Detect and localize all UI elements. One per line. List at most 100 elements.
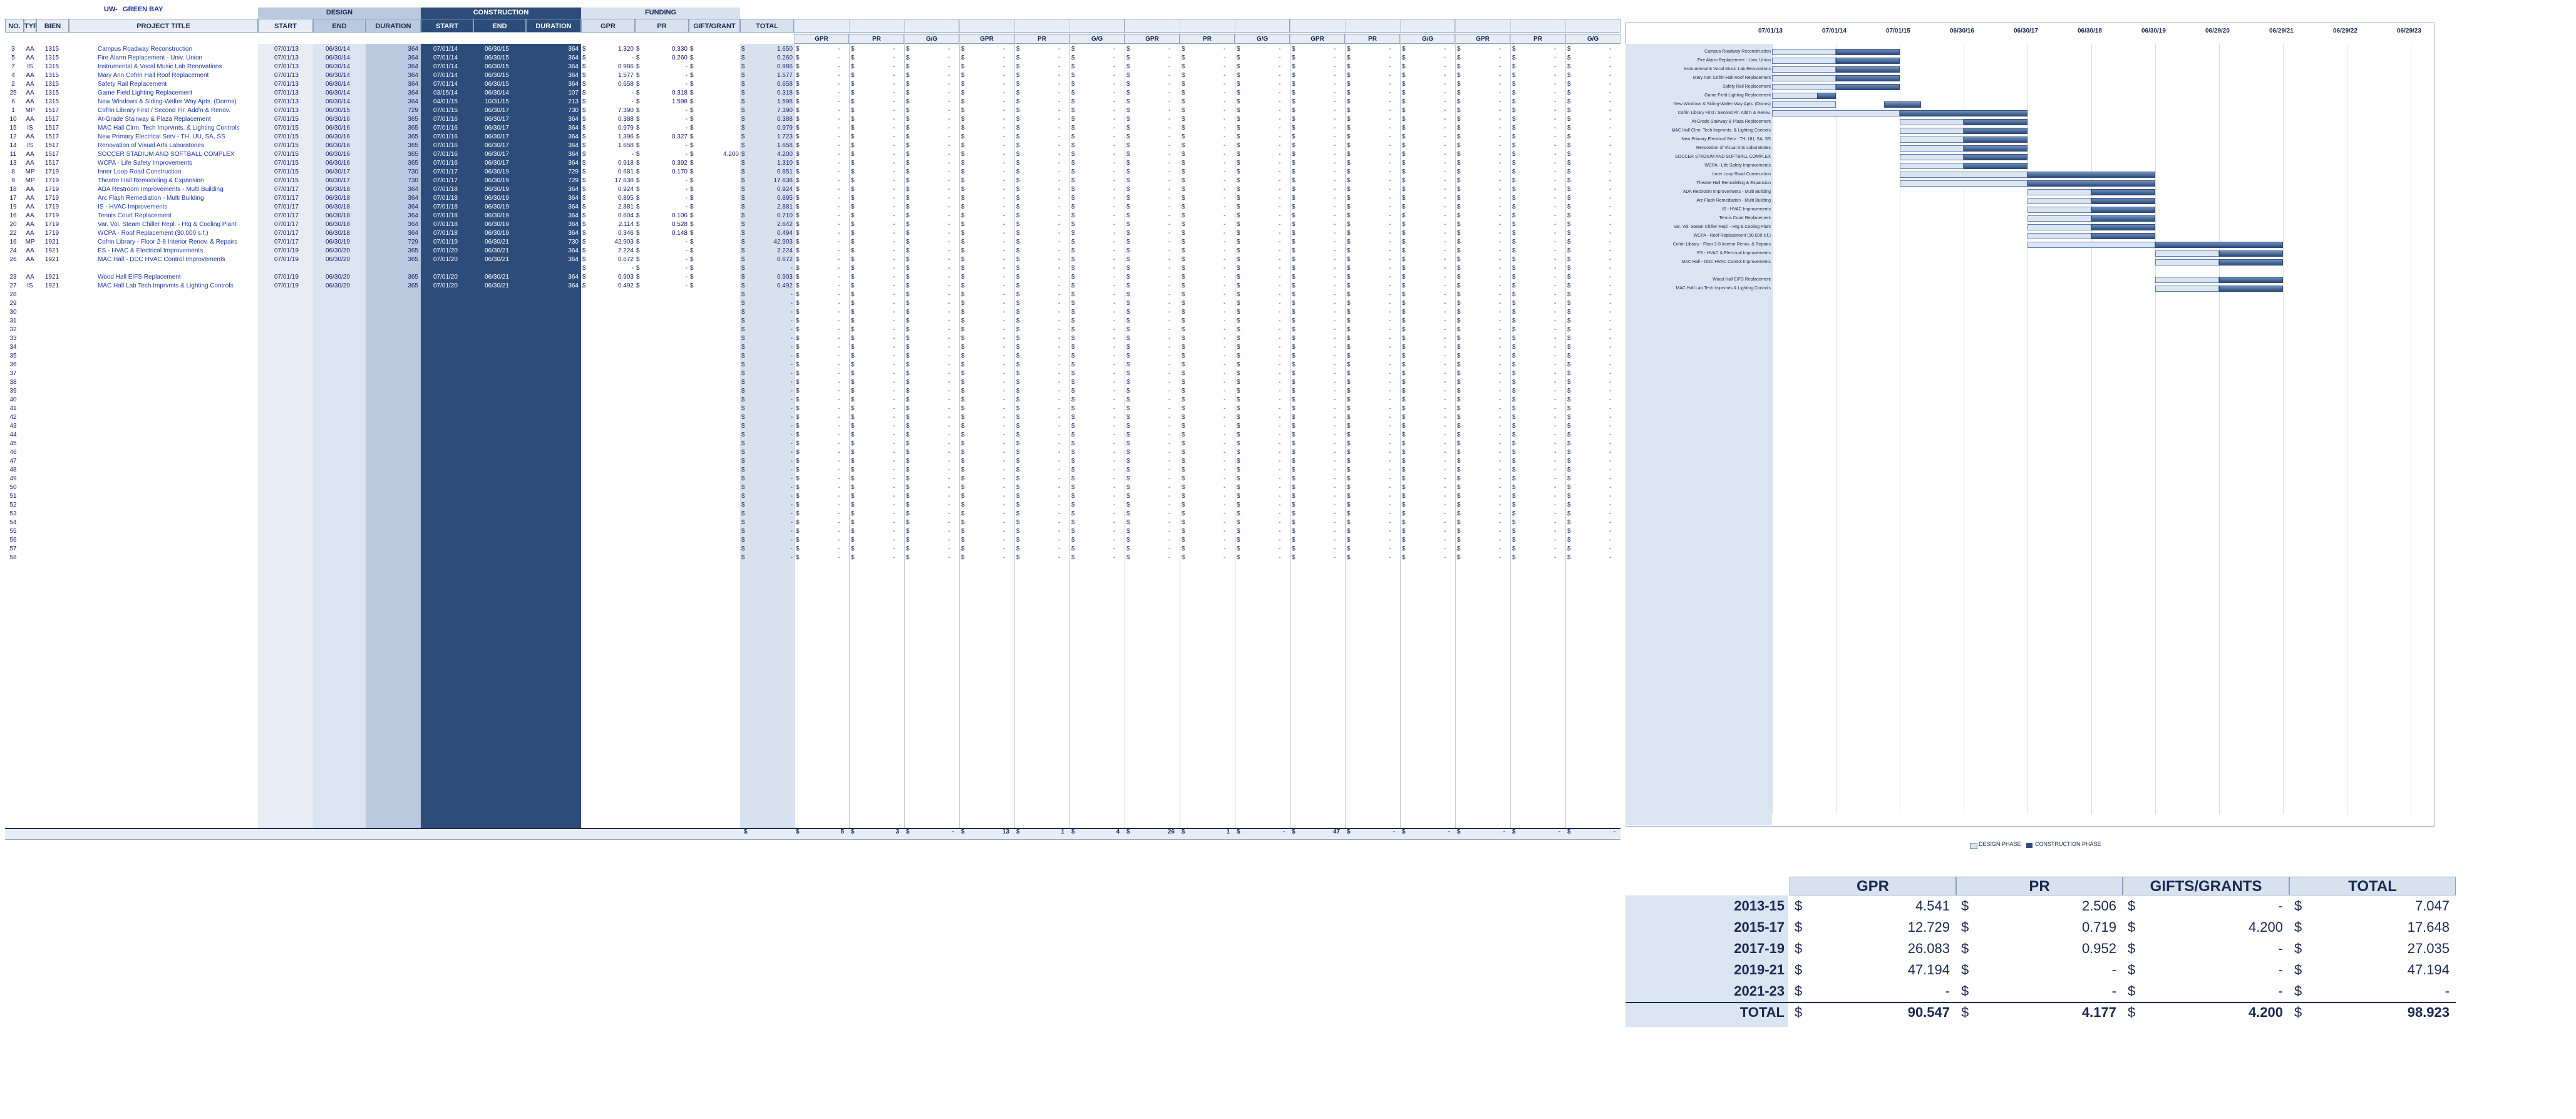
dash-value: - xyxy=(1279,204,1281,210)
currency-symbol: $ xyxy=(1182,396,1185,403)
sub-header-pr: PR xyxy=(1345,34,1400,44)
dash-value: - xyxy=(1058,151,1061,158)
dash-value: - xyxy=(838,72,840,79)
dash-value: - xyxy=(1003,519,1006,526)
cell-type: AA xyxy=(26,90,34,96)
dash-value: - xyxy=(1499,388,1502,394)
currency-symbol: $ xyxy=(851,388,855,394)
dash-value: - xyxy=(1279,247,1281,254)
dash-value: - xyxy=(1334,160,1336,167)
currency-symbol: $ xyxy=(1182,344,1185,351)
currency-symbol: $ xyxy=(1457,265,1461,272)
col-header-gpr: GPR xyxy=(581,19,635,33)
currency-symbol: $ xyxy=(1347,493,1351,500)
currency-symbol: $ xyxy=(582,142,586,149)
cell-total: - xyxy=(790,519,793,526)
table-row: 52 $ - xyxy=(5,501,800,510)
cell-no: 43 xyxy=(9,423,17,430)
construction-phase-bar xyxy=(1816,93,1836,99)
cell-cs: 07/01/18 xyxy=(433,195,458,202)
currency-symbol: $ xyxy=(906,370,910,377)
currency-symbol: $ xyxy=(1126,309,1130,316)
cell-ce: 06/30/17 xyxy=(485,133,509,140)
cell-gpr: 0.681 xyxy=(617,168,634,175)
currency-symbol: $ xyxy=(1237,344,1240,351)
currency-symbol: $ xyxy=(1347,247,1351,254)
dash-value: - xyxy=(1003,300,1006,307)
table-row: 50 $ - xyxy=(5,483,800,492)
cell-total: - xyxy=(790,528,793,535)
cell-pr: - xyxy=(685,265,688,272)
dash-value: - xyxy=(1554,133,1557,140)
currency-symbol: $ xyxy=(796,195,800,202)
cell-ds: 07/01/15 xyxy=(274,133,299,140)
currency-symbol: $ xyxy=(1071,519,1075,526)
currency-symbol: $ xyxy=(1016,493,1020,500)
dash-value: - xyxy=(1499,475,1502,482)
currency-symbol: $ xyxy=(1292,396,1296,403)
currency-symbol: $ xyxy=(1457,484,1461,491)
dash-value: - xyxy=(1168,46,1171,53)
dash-value: - xyxy=(838,493,840,500)
cell-de: 06/30/14 xyxy=(326,63,350,70)
cell-ce: 06/30/15 xyxy=(485,46,509,53)
currency-symbol: $ xyxy=(796,274,800,281)
cell-ce: 06/30/21 xyxy=(485,247,509,254)
currency-symbol: $ xyxy=(851,528,855,535)
dash-value: - xyxy=(1554,493,1557,500)
column-divider xyxy=(1455,19,1456,834)
cell-ce: 06/30/17 xyxy=(485,125,509,131)
currency-symbol: $ xyxy=(1016,537,1020,544)
cell-no: 35 xyxy=(9,353,17,359)
currency-symbol: $ xyxy=(906,502,910,508)
dash-value: - xyxy=(1554,282,1557,289)
dash-value: - xyxy=(1444,239,1446,245)
dash-value: - xyxy=(1389,195,1391,202)
cell-dd: 365 xyxy=(408,142,418,149)
dash-value: - xyxy=(893,475,895,482)
currency-symbol: $ xyxy=(1347,133,1351,140)
dash-value: - xyxy=(1003,405,1006,412)
currency-symbol: $ xyxy=(1402,98,1406,105)
currency-symbol: $ xyxy=(851,107,855,114)
table-row: 34 $ - xyxy=(5,343,800,352)
cell-gg xyxy=(696,273,739,282)
currency-symbol: $ xyxy=(1512,414,1516,421)
currency-symbol: $ xyxy=(1126,379,1130,386)
dash-value: - xyxy=(893,265,895,272)
currency-symbol: $ xyxy=(1126,405,1130,412)
currency-symbol: $ xyxy=(961,116,965,123)
dash-value: - xyxy=(838,475,840,482)
footer-total: 5 xyxy=(840,828,844,835)
dash-value: - xyxy=(948,361,951,368)
dash-value: - xyxy=(838,221,840,228)
dash-value: - xyxy=(1499,107,1502,114)
currency-symbol: $ xyxy=(906,361,910,368)
currency-symbol: $ xyxy=(1126,475,1130,482)
currency-symbol: $ xyxy=(1182,484,1185,491)
currency-symbol: $ xyxy=(1071,81,1075,88)
dash-value: - xyxy=(1499,449,1502,456)
cell-cs: 07/01/14 xyxy=(433,81,458,88)
currency-symbol: $ xyxy=(1016,151,1020,158)
currency-symbol: $ xyxy=(1347,239,1351,245)
currency-symbol: $ xyxy=(906,90,910,96)
gantt-row-label: WCPA - Roof Replacement (30,000 s.f.) xyxy=(1693,234,1771,238)
dash-value: - xyxy=(1389,554,1391,561)
currency-symbol: $ xyxy=(690,221,694,228)
currency-symbol: $ xyxy=(1182,125,1185,131)
currency-symbol: $ xyxy=(1016,379,1020,386)
dash-value: - xyxy=(1279,335,1281,342)
currency-symbol: $ xyxy=(1071,449,1075,456)
dash-value: - xyxy=(838,344,840,351)
currency-symbol: $ xyxy=(1071,168,1075,175)
dash-value: - xyxy=(1279,186,1281,193)
dash-value: - xyxy=(1499,344,1502,351)
cell-ds: 07/01/13 xyxy=(274,107,299,114)
dash-value: - xyxy=(1113,475,1116,482)
currency-symbol: $ xyxy=(1512,361,1516,368)
dash-value: - xyxy=(1554,475,1557,482)
cell-total: - xyxy=(790,326,793,333)
currency-symbol: $ xyxy=(1347,230,1351,237)
cell-cd: 730 xyxy=(568,239,579,245)
